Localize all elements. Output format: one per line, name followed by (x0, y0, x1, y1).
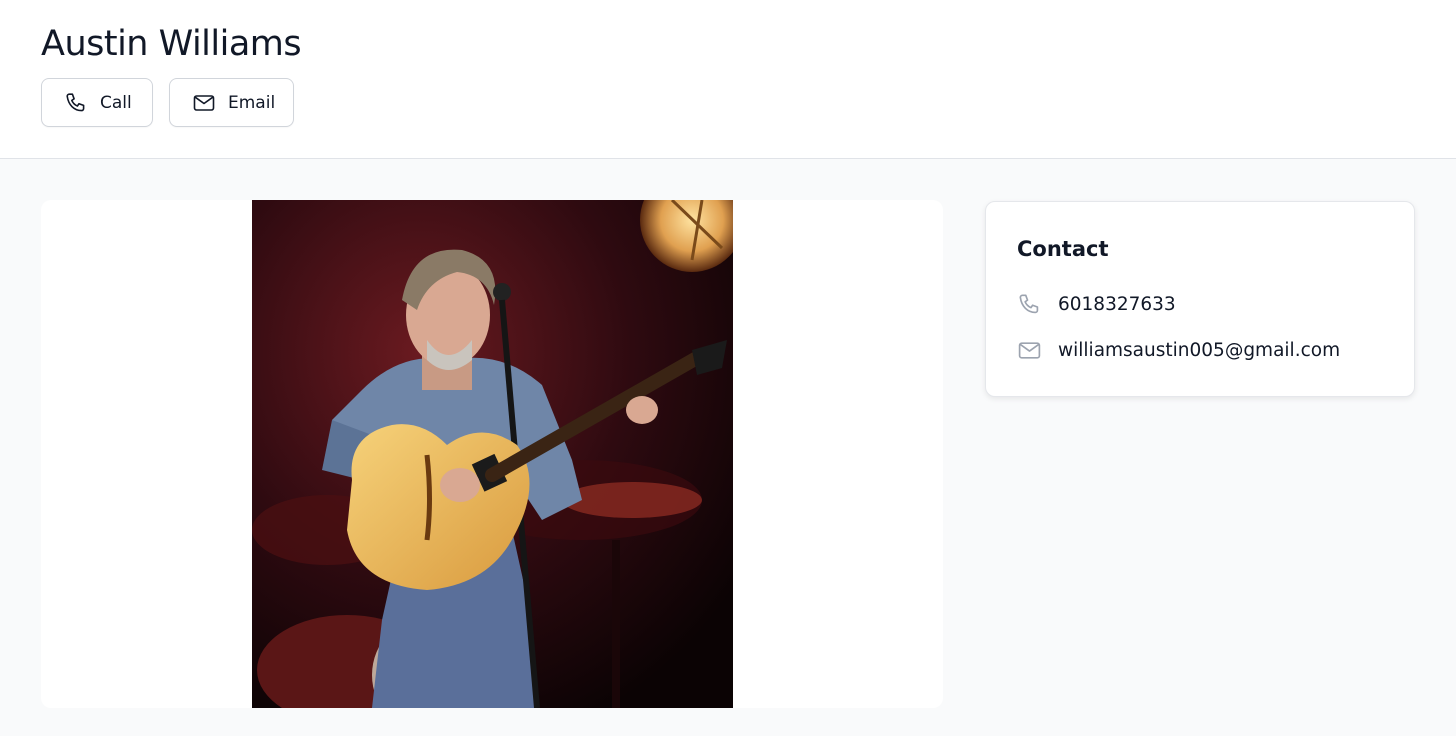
profile-header: Austin Williams Call Email (0, 0, 1456, 159)
performer-photo (252, 200, 733, 708)
page-title: Austin Williams (41, 24, 302, 64)
contact-phone[interactable]: 6018327633 (1058, 294, 1176, 315)
contact-heading: Contact (1017, 237, 1109, 261)
contact-card: Contact 6018327633 williamsaustin005@gma… (985, 201, 1415, 397)
call-button[interactable]: Call (41, 78, 153, 127)
call-button-label: Call (100, 92, 132, 113)
envelope-icon (1017, 338, 1042, 363)
contact-email-row[interactable]: williamsaustin005@gmail.com (1017, 338, 1340, 363)
contact-phone-row[interactable]: 6018327633 (1017, 292, 1176, 317)
email-button[interactable]: Email (169, 78, 294, 127)
photo-card (41, 200, 943, 708)
phone-icon (64, 91, 88, 115)
contact-email[interactable]: williamsaustin005@gmail.com (1058, 340, 1340, 361)
email-button-label: Email (228, 92, 276, 113)
phone-icon (1017, 292, 1042, 317)
action-buttons: Call Email (41, 78, 294, 127)
envelope-icon (192, 91, 216, 115)
